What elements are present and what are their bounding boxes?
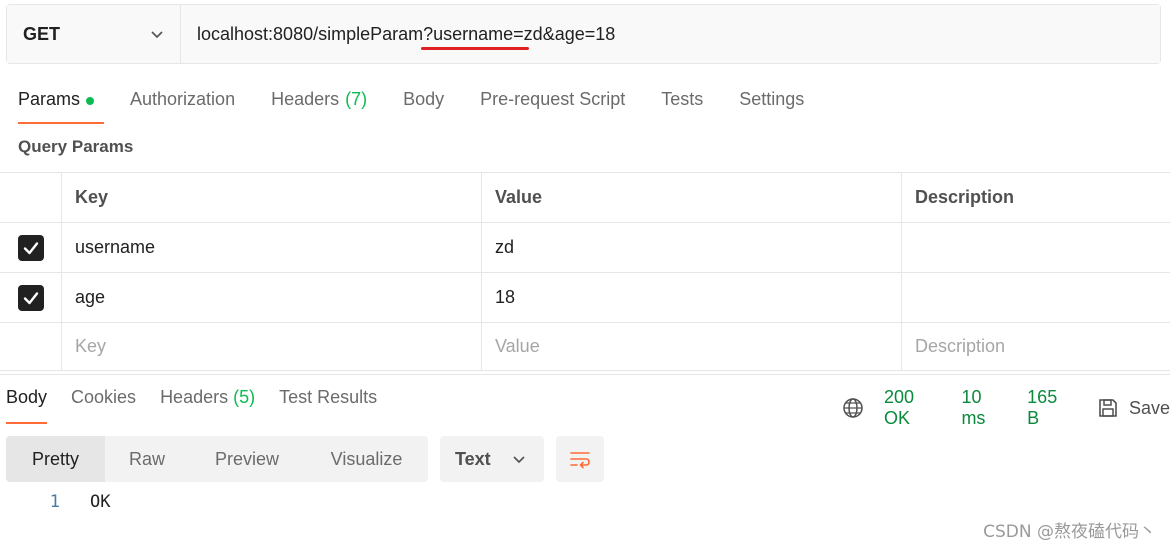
format-raw[interactable]: Raw bbox=[105, 436, 189, 482]
query-params-table: Key Value Description username zd age 18… bbox=[0, 172, 1170, 371]
response-tab-test-results[interactable]: Test Results bbox=[279, 387, 377, 425]
active-dot-icon bbox=[86, 97, 95, 105]
header-checkbox-cell bbox=[0, 173, 62, 222]
status-code[interactable]: 200 OK bbox=[884, 387, 943, 429]
query-params-title: Query Params bbox=[18, 137, 134, 156]
response-body-text: OK bbox=[90, 492, 111, 512]
response-tab-headers-label: Headers bbox=[160, 387, 229, 407]
param-value-cell[interactable]: 18 bbox=[482, 273, 902, 322]
tab-params[interactable]: Params bbox=[18, 86, 105, 124]
url-input[interactable]: localhost:8080/simpleParam?username=zd&a… bbox=[181, 5, 1160, 63]
globe-icon[interactable] bbox=[842, 397, 864, 419]
response-headers-count: (5) bbox=[233, 387, 256, 407]
param-description-cell[interactable] bbox=[902, 223, 1170, 272]
tab-settings[interactable]: Settings bbox=[739, 86, 804, 124]
response-tabs: Body Cookies Headers (5) Test Results bbox=[6, 387, 401, 425]
response-bar: Body Cookies Headers (5) Test Results 20… bbox=[0, 374, 1170, 428]
tab-headers[interactable]: Headers (7) bbox=[271, 86, 367, 124]
param-key-cell[interactable]: age bbox=[62, 273, 482, 322]
format-preview[interactable]: Preview bbox=[189, 436, 305, 482]
wrap-lines-icon bbox=[570, 452, 590, 469]
save-label: Save bbox=[1128, 397, 1170, 418]
request-url-bar: GET localhost:8080/simpleParam?username=… bbox=[6, 4, 1161, 64]
format-toggle-group: Pretty Raw Preview Visualize bbox=[6, 436, 428, 482]
header-key: Key bbox=[62, 173, 482, 222]
response-body-editor[interactable]: 1 OK bbox=[0, 492, 111, 512]
response-tab-body[interactable]: Body bbox=[6, 387, 48, 425]
tab-authorization-label: Authorization bbox=[130, 89, 236, 109]
tab-settings-label: Settings bbox=[739, 89, 805, 109]
tab-tests-label: Tests bbox=[661, 89, 704, 109]
tab-headers-label: Headers bbox=[271, 89, 340, 109]
tab-prerequest-script[interactable]: Pre-request Script bbox=[480, 86, 625, 124]
new-description-input[interactable]: Description bbox=[902, 323, 1170, 370]
tab-tests[interactable]: Tests bbox=[661, 86, 703, 124]
param-key-cell[interactable]: username bbox=[62, 223, 482, 272]
tab-prerequest-label: Pre-request Script bbox=[480, 89, 626, 109]
header-description: Description bbox=[915, 187, 1015, 207]
method-select[interactable]: GET bbox=[7, 5, 181, 63]
param-value-cell[interactable]: zd bbox=[482, 223, 902, 272]
response-tab-body-label: Body bbox=[6, 387, 48, 407]
response-tab-test-results-label: Test Results bbox=[279, 387, 378, 407]
url-text: localhost:8080/simpleParam?username=zd&a… bbox=[197, 23, 616, 44]
table-row: age 18 bbox=[0, 273, 1170, 323]
response-time[interactable]: 10 ms bbox=[961, 387, 1009, 429]
chevron-down-icon bbox=[151, 31, 163, 39]
tab-body[interactable]: Body bbox=[403, 86, 444, 124]
checkbox-checked[interactable] bbox=[17, 284, 44, 311]
response-tab-cookies[interactable]: Cookies bbox=[71, 387, 136, 425]
new-key-input[interactable]: Key bbox=[62, 323, 482, 370]
checkbox-checked[interactable] bbox=[17, 234, 44, 261]
row-checkbox-cell bbox=[0, 323, 62, 370]
wrap-lines-button[interactable] bbox=[556, 436, 604, 482]
tab-headers-count: (7) bbox=[345, 89, 368, 109]
response-type-select[interactable]: Text bbox=[440, 436, 544, 482]
response-meta: 200 OK 10 ms 165 B Save bbox=[842, 387, 1170, 429]
param-description-cell[interactable] bbox=[902, 273, 1170, 322]
format-pretty[interactable]: Pretty bbox=[6, 436, 105, 482]
save-icon bbox=[1099, 399, 1117, 417]
checkmark-icon bbox=[23, 241, 38, 254]
response-type-label: Text bbox=[455, 448, 491, 469]
tab-body-label: Body bbox=[403, 89, 445, 109]
request-tabs: Params Authorization Headers (7) Body Pr… bbox=[18, 86, 840, 124]
table-row-new: Key Value Description bbox=[0, 323, 1170, 371]
row-checkbox-cell bbox=[0, 273, 62, 322]
tab-authorization[interactable]: Authorization bbox=[130, 86, 235, 124]
format-visualize[interactable]: Visualize bbox=[305, 436, 428, 482]
table-row: username zd bbox=[0, 223, 1170, 273]
watermark: CSDN @熬夜磕代码丶 bbox=[983, 522, 1156, 542]
save-response-button[interactable]: Save bbox=[1097, 397, 1170, 419]
tab-params-label: Params bbox=[18, 89, 81, 109]
header-value: Value bbox=[482, 173, 902, 222]
red-underline-annotation bbox=[421, 47, 529, 50]
response-tab-headers[interactable]: Headers (5) bbox=[160, 387, 255, 425]
checkmark-icon bbox=[23, 291, 38, 304]
new-value-input[interactable]: Value bbox=[482, 323, 902, 370]
line-number: 1 bbox=[49, 492, 60, 512]
chevron-down-icon bbox=[513, 456, 525, 464]
method-label: GET bbox=[23, 23, 61, 44]
row-checkbox-cell bbox=[0, 223, 62, 272]
response-tab-cookies-label: Cookies bbox=[71, 387, 137, 407]
table-header-row: Key Value Description bbox=[0, 173, 1170, 223]
response-size[interactable]: 165 B bbox=[1027, 387, 1073, 429]
